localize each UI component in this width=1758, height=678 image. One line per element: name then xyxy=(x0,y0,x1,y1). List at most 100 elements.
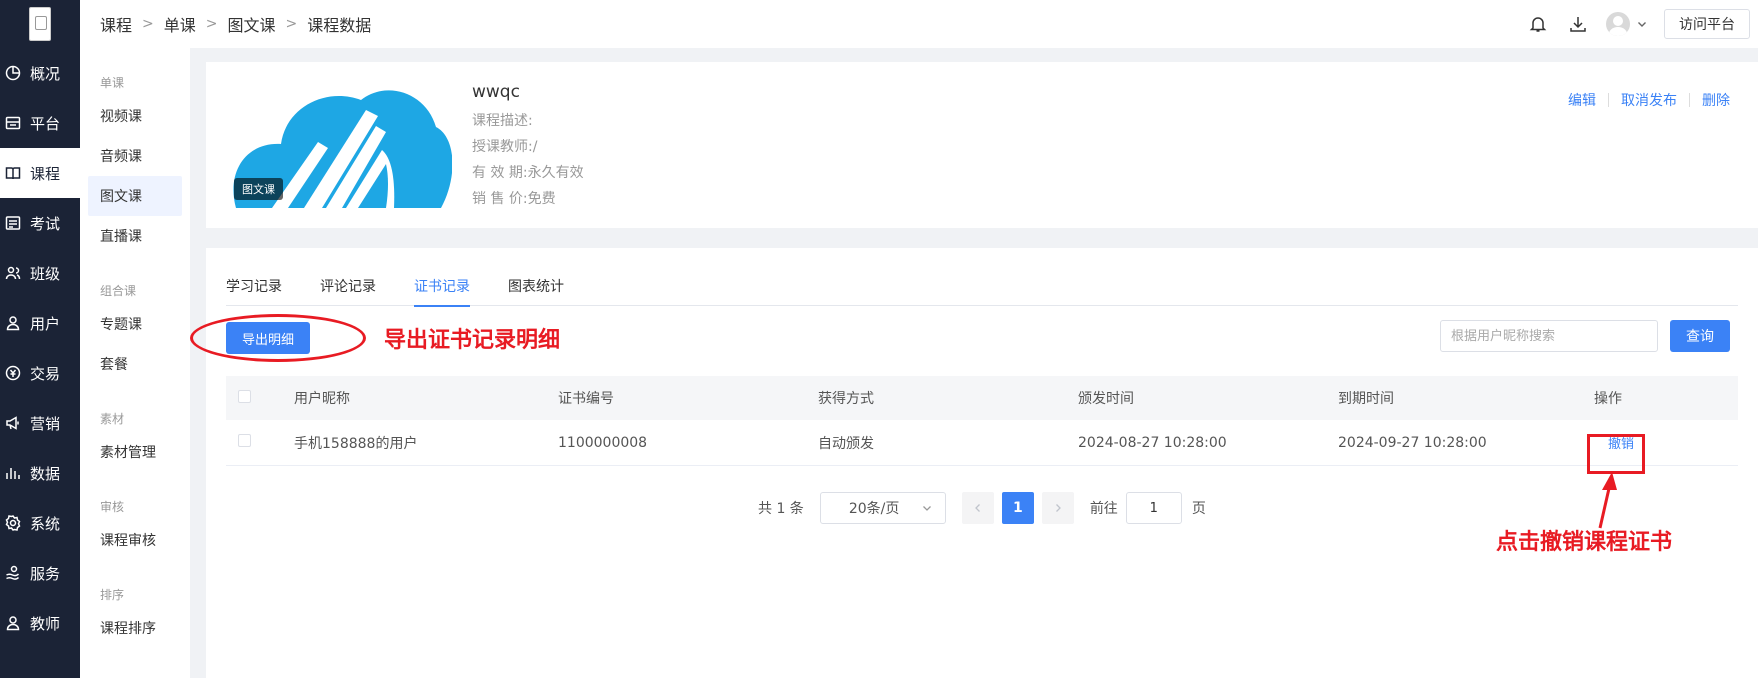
submenu-item-article[interactable]: 图文课 xyxy=(88,176,182,216)
field-label: 课程描述: xyxy=(472,113,533,129)
submenu-item-video[interactable]: 视频课 xyxy=(88,96,182,136)
user-menu[interactable] xyxy=(1606,12,1648,36)
nav-item-data[interactable]: 数据 xyxy=(0,448,80,498)
row-select-cell xyxy=(226,434,294,451)
nav-item-user[interactable]: 用户 xyxy=(0,298,80,348)
page-number-current[interactable]: 1 xyxy=(1001,492,1034,524)
goto-page-input[interactable] xyxy=(1125,492,1182,524)
breadcrumb-item[interactable]: 课程 xyxy=(100,12,132,36)
submenu-item-label: 专题课 xyxy=(100,317,142,333)
course-meta: wwqc 课程描述: 授课教师:/ 有 效 期:永久有效 销 售 价:免费 xyxy=(472,82,584,212)
nav-item-system[interactable]: 系统 xyxy=(0,498,80,548)
row-checkbox[interactable] xyxy=(238,434,251,447)
nickname-search-input[interactable] xyxy=(1440,320,1658,352)
submenu-item-topic[interactable]: 专题课 xyxy=(88,304,182,344)
nav-item-platform[interactable]: 平台 xyxy=(0,98,80,148)
page-size-select[interactable]: 20条/页 xyxy=(819,492,946,524)
certificate-table: 用户昵称 证书编号 获得方式 颁发时间 到期时间 操作 手机158888的用户 … xyxy=(226,376,1738,466)
chevron-right-icon: > xyxy=(285,16,298,32)
nav-item-label: 概况 xyxy=(30,64,61,83)
column-header: 到期时间 xyxy=(1338,391,1394,407)
next-page-button[interactable] xyxy=(1041,492,1074,524)
submenu-item-audio[interactable]: 音频课 xyxy=(88,136,182,176)
course-title: wwqc xyxy=(472,82,520,102)
chevron-left-icon xyxy=(974,504,980,512)
submenu-item-package[interactable]: 套餐 xyxy=(88,344,182,384)
tab-comment-records[interactable]: 评论记录 xyxy=(320,276,376,306)
nav-item-marketing[interactable]: 营销 xyxy=(0,398,80,448)
platform-icon xyxy=(4,114,22,132)
chevron-right-icon xyxy=(1055,504,1061,512)
submenu-item-label: 图文课 xyxy=(100,189,142,205)
nav-item-label: 用户 xyxy=(30,314,61,333)
chevron-down-icon xyxy=(922,506,931,511)
download-icon[interactable] xyxy=(1558,0,1598,48)
nav-item-overview[interactable]: 概况 xyxy=(0,48,80,98)
breadcrumb-current: 课程数据 xyxy=(307,16,372,35)
submenu-item-material[interactable]: 素材管理 xyxy=(88,432,182,472)
nav-item-exam[interactable]: 考试 xyxy=(0,198,80,248)
visit-platform-button[interactable]: 访问平台 xyxy=(1664,9,1750,39)
nav-item-trade[interactable]: 交易 xyxy=(0,348,80,398)
submenu-item-live[interactable]: 直播课 xyxy=(88,216,182,256)
submenu-item-review[interactable]: 课程审核 xyxy=(88,520,182,560)
nav-item-class[interactable]: 班级 xyxy=(0,248,80,298)
cell-expires: 2024-09-27 10:28:00 xyxy=(1338,434,1487,451)
tab-certificate-records[interactable]: 证书记录 xyxy=(414,276,470,307)
bell-icon[interactable] xyxy=(1518,0,1558,48)
nav-item-teacher[interactable]: 教师 xyxy=(0,598,80,648)
submenu-item-label: 音频课 xyxy=(100,149,142,165)
book-icon xyxy=(4,164,22,182)
course-submenu: 单课 视频课 音频课 图文课 直播课 组合课 专题课 套餐 素材 素材管理 审核… xyxy=(80,48,190,678)
nav-item-label: 班级 xyxy=(30,264,61,283)
submenu-item-sort[interactable]: 课程排序 xyxy=(88,608,182,648)
breadcrumb-item[interactable]: 图文课 xyxy=(228,12,276,36)
nav-item-label: 营销 xyxy=(30,414,61,433)
field-value: / xyxy=(532,139,538,155)
submenu-group-title: 组合课 xyxy=(100,284,137,298)
bar-chart-icon xyxy=(4,464,22,482)
chevron-right-icon: > xyxy=(142,16,154,32)
top-bar: 课程 > 单课 > 图文课 > 课程数据 访问平台 xyxy=(80,0,1758,48)
page-size-value: 20条/页 xyxy=(848,501,900,517)
class-icon xyxy=(4,264,22,282)
submenu-item-label: 直播课 xyxy=(100,229,142,245)
select-all-checkbox[interactable] xyxy=(238,389,251,403)
unpublish-link[interactable]: 取消发布 xyxy=(1609,90,1689,110)
main-nav-rail: 概况 平台 课程 考试 班级 用户 交易 营销 数据 系统 服务 教师 xyxy=(0,0,80,678)
field-value: 免费 xyxy=(527,191,556,207)
nav-item-course[interactable]: 课程 xyxy=(0,148,80,198)
breadcrumb-item[interactable]: 单课 xyxy=(164,12,196,36)
nav-item-service[interactable]: 服务 xyxy=(0,548,80,598)
submenu-group-title: 排序 xyxy=(100,588,125,602)
prev-page-button[interactable] xyxy=(961,492,994,524)
course-cover-image[interactable]: 图文课 xyxy=(226,82,452,208)
annotation-revoke-note: 点击撤销课程证书 xyxy=(1496,529,1673,555)
course-actions: 编辑 取消发布 删除 xyxy=(1556,90,1742,110)
tab-study-records[interactable]: 学习记录 xyxy=(226,276,282,306)
column-header: 操作 xyxy=(1594,391,1622,407)
column-header: 用户昵称 xyxy=(294,391,350,407)
cell-cert-no: 1100000008 xyxy=(558,434,648,451)
service-icon xyxy=(4,564,22,582)
annotation-export-note: 导出证书记录明细 xyxy=(384,327,561,353)
megaphone-icon xyxy=(4,414,22,432)
tab-chart-stats[interactable]: 图表统计 xyxy=(508,276,564,306)
app-logo[interactable] xyxy=(0,0,80,48)
submenu-item-label: 课程审核 xyxy=(100,533,156,549)
select-all-cell xyxy=(226,389,294,407)
course-info-card: 图文课 wwqc 课程描述: 授课教师:/ 有 效 期:永久有效 销 售 价:免… xyxy=(206,62,1758,228)
query-button[interactable]: 查询 xyxy=(1670,320,1730,352)
nav-item-label: 交易 xyxy=(30,364,61,383)
field-label: 有 效 期: xyxy=(472,165,528,181)
nav-item-label: 平台 xyxy=(30,114,61,133)
course-price-row: 销 售 价:免费 xyxy=(472,186,584,212)
column-header: 颁发时间 xyxy=(1078,391,1134,407)
avatar xyxy=(1606,12,1630,36)
cell-issued: 2024-08-27 10:28:00 xyxy=(1078,434,1227,451)
delete-link[interactable]: 删除 xyxy=(1690,90,1742,110)
column-header: 获得方式 xyxy=(818,391,874,407)
submenu-item-label: 套餐 xyxy=(100,357,128,373)
edit-link[interactable]: 编辑 xyxy=(1556,90,1608,110)
cell-nickname: 手机158888的用户 xyxy=(294,435,418,452)
